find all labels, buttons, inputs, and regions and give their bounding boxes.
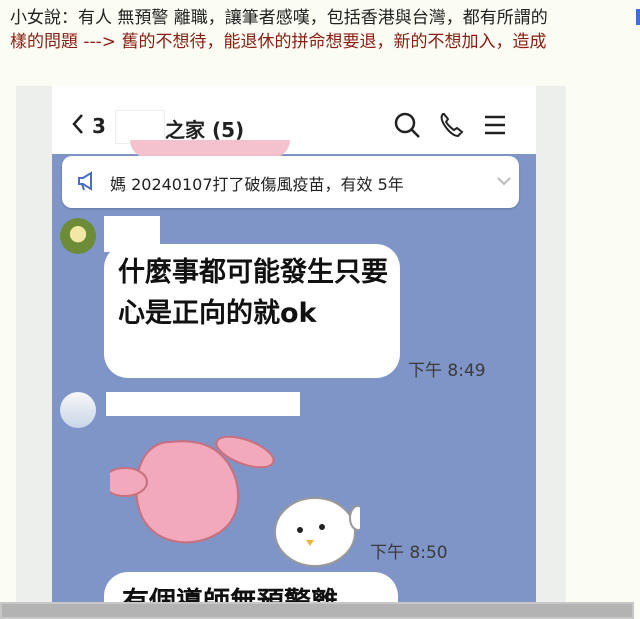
message-bubble: 有個導師無預警離: [104, 572, 398, 602]
message-text: 什麼事都可能發生只要心是正向的就ok: [118, 257, 388, 329]
announcement-banner[interactable]: 媽 20240107打了破傷風疫苗，有效 5年: [62, 156, 519, 208]
phone-screen: 3 之家 (5) 媽 20240107打了破傷風疫苗，有效 5年 什麼事都可能發…: [52, 86, 536, 602]
message-bubble: 什麼事都可能發生只要心是正向的就ok: [104, 244, 400, 378]
avatar[interactable]: [60, 218, 96, 254]
announcement-text: 媽 20240107打了破傷風疫苗，有效 5年: [110, 175, 404, 194]
megaphone-icon: [76, 169, 100, 197]
search-icon[interactable]: [392, 110, 422, 140]
menu-icon[interactable]: [480, 110, 510, 140]
edge-marker: [636, 9, 640, 25]
chat-title: 之家 (5): [165, 118, 245, 142]
message-time: 下午 8:50: [370, 543, 448, 563]
sticker-image: [110, 435, 360, 567]
scrollbar-thumb[interactable]: [2, 604, 632, 617]
chat-header: 3 之家 (5): [52, 96, 536, 154]
back-chevron-icon[interactable]: [70, 112, 86, 142]
sender-name-mask: [106, 392, 300, 416]
chat-screenshot: 3 之家 (5) 媽 20240107打了破傷風疫苗，有效 5年 什麼事都可能發…: [16, 86, 566, 602]
avatar[interactable]: [60, 392, 96, 428]
message-text: 有個導師無預警離: [122, 580, 338, 602]
article-text: 小女說：有人 無預警 離職，讓筆者感嘆，包括香港與台灣，都有所謂的 樣的問題 -…: [10, 6, 632, 54]
unread-count[interactable]: 3: [92, 114, 106, 138]
article-line-1: 小女說：有人 無預警 離職，讓筆者感嘆，包括香港與台灣，都有所謂的: [10, 8, 548, 28]
chevron-down-icon[interactable]: [494, 171, 514, 195]
article-line-2: 樣的問題 ---> 舊的不想待，能退休的拼命想要退，新的不想加入，造成: [10, 32, 547, 52]
status-bar: [52, 86, 536, 96]
message-time: 下午 8:49: [408, 361, 486, 381]
phone-icon[interactable]: [436, 110, 466, 140]
name-mask: [115, 110, 165, 144]
